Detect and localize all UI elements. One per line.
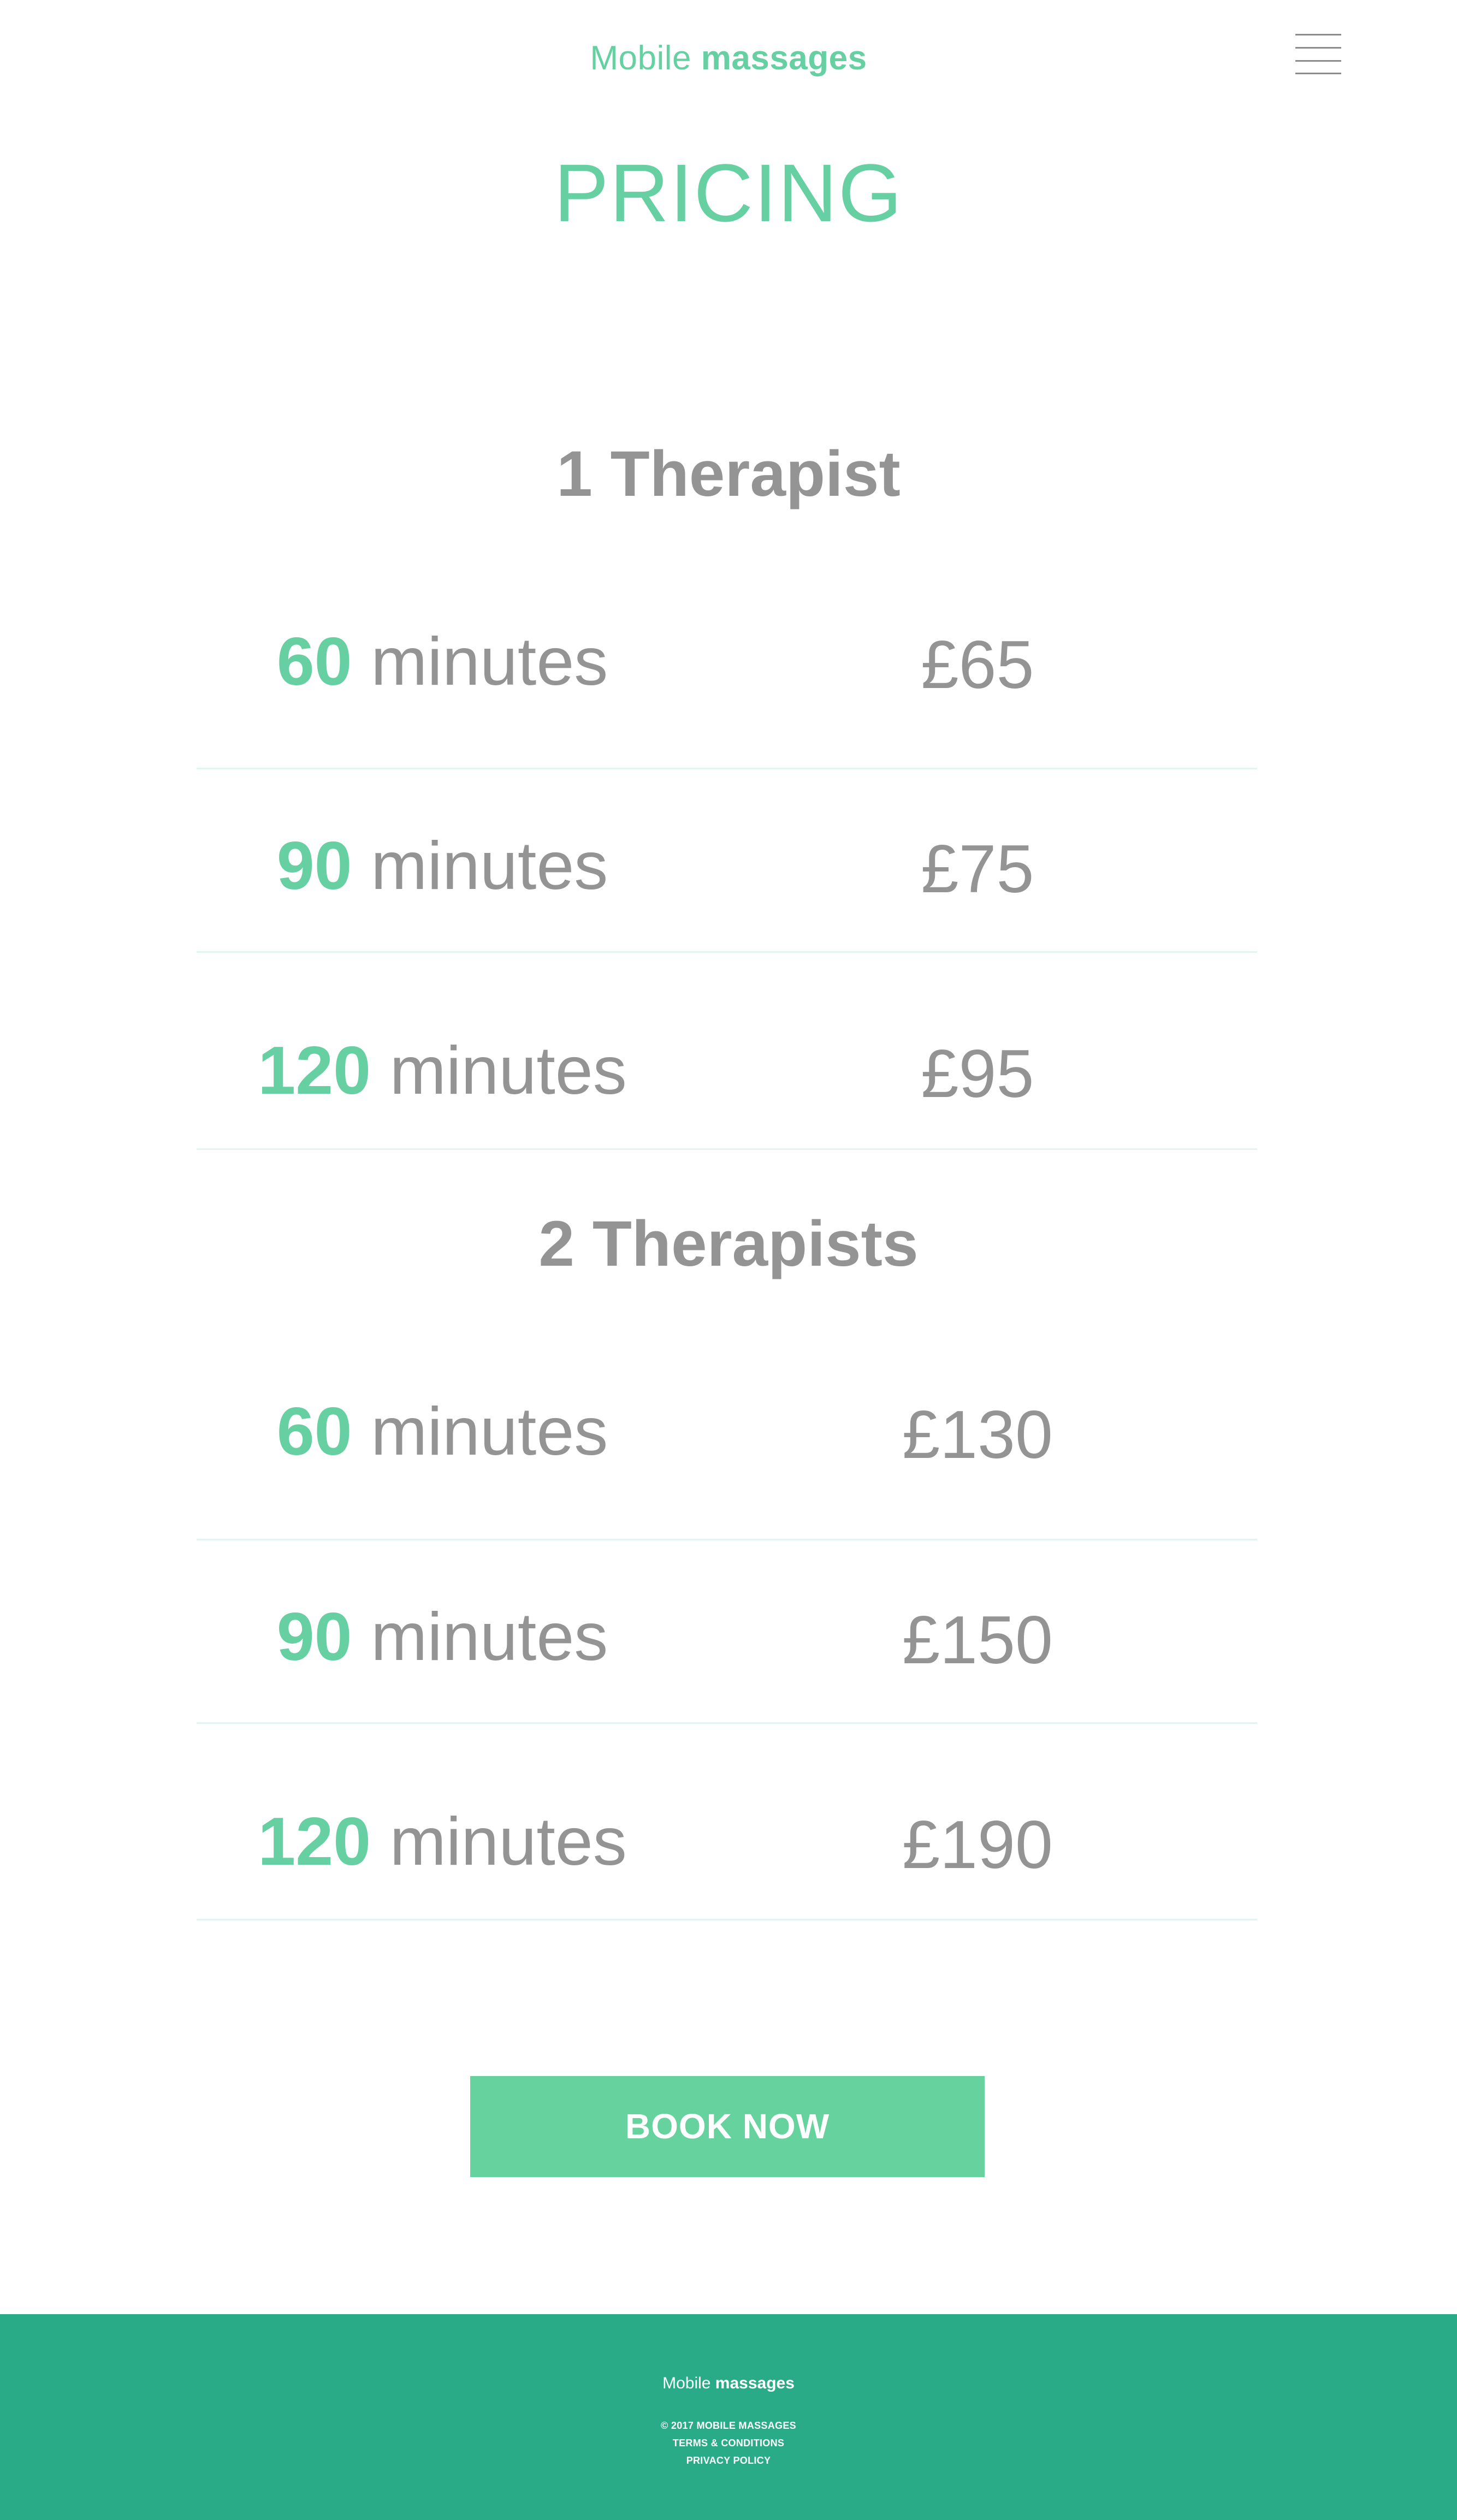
row-divider [197, 768, 1257, 769]
price: £150 [902, 1603, 1053, 1678]
duration: 60 minutes [197, 621, 688, 703]
row-divider [197, 951, 1257, 953]
row-divider [197, 1539, 1257, 1540]
page: Mobile massages PRICING 1 Therapist 60 m… [0, 0, 1457, 2520]
row-divider [197, 1148, 1257, 1150]
duration-unit: minutes [371, 828, 608, 904]
price: £75 [921, 832, 1034, 907]
footer-copyright: © 2017 MOBILE MASSAGES [661, 2420, 796, 2431]
menu-line [1295, 60, 1341, 62]
group-title-1-therapist: 1 Therapist [556, 438, 901, 510]
footer-brand-logo[interactable]: Mobile massages [0, 2373, 1457, 2394]
price: £95 [921, 1036, 1034, 1112]
price: £190 [902, 1807, 1053, 1883]
duration: 90 minutes [197, 1596, 688, 1678]
duration-unit: minutes [371, 1394, 608, 1469]
duration-number: 90 [276, 828, 352, 904]
book-now-button[interactable]: BOOK NOW [470, 2076, 985, 2177]
duration-unit: minutes [371, 1599, 608, 1675]
row-divider [197, 1919, 1257, 1920]
page-title: PRICING [554, 147, 903, 239]
footer-brand-light-text: Mobile [662, 2374, 711, 2392]
footer: Mobile massages © 2017 MOBILE MASSAGES T… [0, 2314, 1457, 2520]
price-row: 90 minutes £75 [197, 809, 1257, 929]
menu-line [1295, 47, 1341, 49]
menu-line [1295, 73, 1341, 74]
price-row: 90 minutes £150 [197, 1580, 1257, 1700]
brand-logo[interactable]: Mobile massages [0, 34, 1457, 83]
price: £130 [902, 1397, 1053, 1473]
price-row: 60 minutes £65 [197, 604, 1257, 725]
price-row: 120 minutes £190 [197, 1784, 1257, 1905]
duration-number: 60 [276, 1394, 352, 1469]
duration: 120 minutes [197, 1030, 688, 1112]
footer-privacy-link[interactable]: PRIVACY POLICY [0, 2453, 1457, 2468]
price: £65 [921, 627, 1034, 703]
duration: 90 minutes [197, 825, 688, 907]
duration-number: 90 [276, 1599, 352, 1675]
duration: 60 minutes [197, 1391, 688, 1473]
brand-bold-text: massages [701, 39, 867, 77]
footer-terms-link[interactable]: TERMS & CONDITIONS [0, 2435, 1457, 2451]
duration-number: 120 [258, 1804, 371, 1879]
menu-line [1295, 34, 1341, 35]
duration: 120 minutes [197, 1801, 688, 1883]
duration-unit: minutes [389, 1804, 627, 1879]
duration-number: 60 [276, 624, 352, 699]
duration-unit: minutes [389, 1033, 627, 1108]
row-divider [197, 1722, 1257, 1724]
brand-light-text: Mobile [590, 39, 691, 77]
duration-unit: minutes [371, 624, 608, 699]
duration-number: 120 [258, 1033, 371, 1108]
group-title-2-therapists: 2 Therapists [538, 1208, 919, 1280]
footer-brand-bold-text: massages [715, 2374, 795, 2392]
price-row: 60 minutes £130 [197, 1374, 1257, 1495]
price-row: 120 minutes £95 [197, 1013, 1257, 1134]
hamburger-menu-icon[interactable] [1295, 34, 1341, 74]
